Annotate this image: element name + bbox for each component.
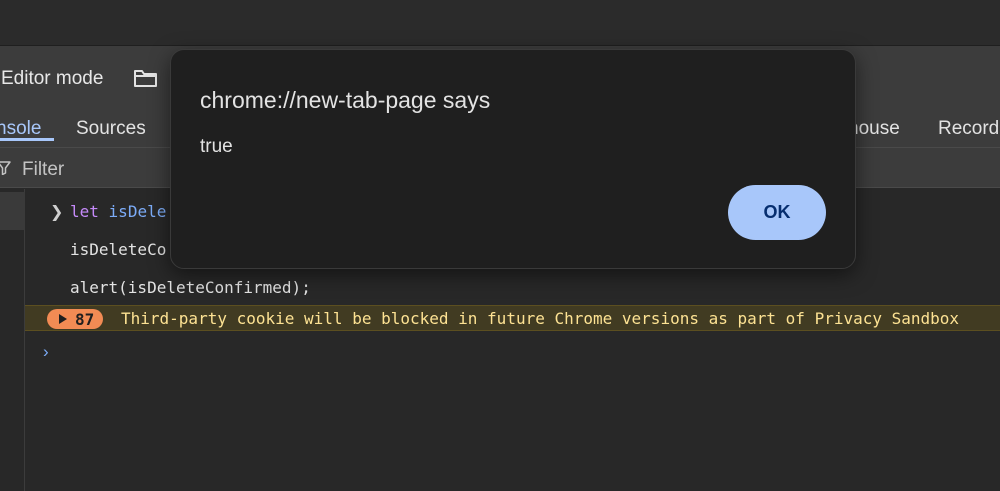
active-tab-indicator — [0, 138, 54, 141]
warning-message: Third-party cookie will be blocked in fu… — [121, 309, 960, 328]
expand-chevron-icon[interactable]: ❯ — [50, 202, 63, 222]
warning-count-badge[interactable]: 87 — [47, 309, 103, 329]
dialog-message: true — [200, 136, 233, 157]
console-line: alert(isDeleteConfirmed); — [70, 278, 311, 297]
filter-icon — [0, 161, 11, 176]
code-keyword: let — [70, 202, 99, 221]
code-variable: isDele — [108, 202, 167, 221]
filter-input[interactable]: Filter — [22, 159, 64, 181]
tab-recorder[interactable]: Record — [938, 118, 999, 140]
editor-mode-button[interactable]: Editor mode — [1, 68, 103, 90]
tab-console-label: nsole — [0, 118, 42, 139]
browser-top-strip — [0, 0, 1000, 45]
console-prompt-icon[interactable]: › — [43, 342, 49, 362]
console-input-line[interactable]: let isDele — [70, 202, 166, 221]
tab-console[interactable]: nsole — [0, 118, 54, 141]
alert-dialog: chrome://new-tab-page says true OK — [170, 49, 856, 269]
ok-button[interactable]: OK — [728, 185, 826, 240]
dialog-title: chrome://new-tab-page says — [200, 87, 491, 113]
console-warning-row[interactable]: 87 Third-party cookie will be blocked in… — [25, 305, 1000, 331]
gutter-selected-row — [0, 192, 25, 230]
console-line: isDeleteCo — [70, 240, 167, 259]
expand-triangle-icon — [59, 314, 67, 324]
warning-count: 87 — [75, 310, 95, 329]
console-sidebar-gutter — [0, 189, 25, 491]
tab-sources[interactable]: Sources — [76, 118, 146, 140]
folder-icon[interactable] — [133, 68, 159, 88]
